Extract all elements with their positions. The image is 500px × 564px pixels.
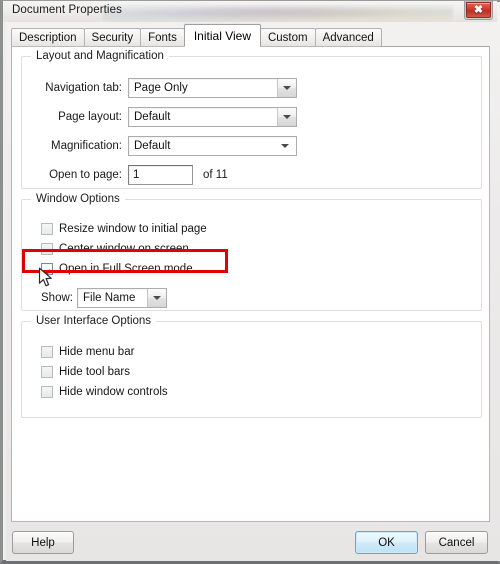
page-count-suffix: of 11 xyxy=(203,169,228,181)
checkbox-hide-menu-bar[interactable] xyxy=(41,346,53,358)
layout-group-title: Layout and Magnification xyxy=(31,50,169,62)
tab-security[interactable]: Security xyxy=(83,28,142,47)
tab-description[interactable]: Description xyxy=(11,28,85,47)
magnification-select[interactable]: Default xyxy=(128,136,297,156)
checkbox-label-hide-tool-bars: Hide tool bars xyxy=(59,366,130,378)
checkbox-row-open-full-screen[interactable]: Open in Full Screen mode xyxy=(41,261,193,277)
open-to-page-label: Open to page: xyxy=(49,169,122,181)
tab-advanced[interactable]: Advanced xyxy=(314,28,382,47)
navigation-tab-value: Page Only xyxy=(134,82,188,94)
title-bar-backdrop-blur xyxy=(103,1,453,22)
page-layout-label: Page layout: xyxy=(58,111,122,123)
checkbox-label-open-full-screen: Open in Full Screen mode xyxy=(59,263,193,275)
checkbox-row-resize-window[interactable]: Resize window to initial page xyxy=(41,221,207,237)
checkbox-row-hide-window-controls[interactable]: Hide window controls xyxy=(41,384,168,400)
page-layout-select[interactable]: Default xyxy=(128,107,297,127)
user-interface-options-group: User Interface Options Hide menu bar Hid… xyxy=(21,315,482,418)
open-to-page-value: 1 xyxy=(133,169,140,181)
title-bar: Document Properties xyxy=(3,1,497,22)
checkbox-label-resize-window: Resize window to initial page xyxy=(59,223,207,235)
checkbox-resize-window[interactable] xyxy=(41,223,53,235)
open-to-page-input[interactable]: 1 xyxy=(128,165,193,185)
ui-group-title: User Interface Options xyxy=(31,315,157,327)
help-button[interactable]: Help xyxy=(12,531,74,554)
checkbox-hide-tool-bars[interactable] xyxy=(41,366,53,378)
navigation-tab-select[interactable]: Page Only xyxy=(128,78,297,98)
window-title: Document Properties xyxy=(12,4,122,16)
chevron-down-icon xyxy=(283,115,291,119)
checkbox-open-full-screen[interactable] xyxy=(41,263,53,275)
checkbox-row-hide-tool-bars[interactable]: Hide tool bars xyxy=(41,364,130,380)
navigation-tab-label: Navigation tab: xyxy=(45,82,122,94)
magnification-dropdown-button[interactable] xyxy=(274,137,296,155)
checkbox-center-window[interactable] xyxy=(41,243,53,255)
checkbox-row-center-window[interactable]: Center window on screen xyxy=(41,241,189,257)
cancel-button[interactable]: Cancel xyxy=(425,531,488,554)
checkbox-label-hide-menu-bar: Hide menu bar xyxy=(59,346,135,358)
navigation-tab-dropdown-button[interactable] xyxy=(277,79,296,97)
show-dropdown-button[interactable] xyxy=(147,289,166,307)
layout-and-magnification-group: Layout and Magnification Navigation tab:… xyxy=(21,50,482,189)
chevron-down-icon xyxy=(153,296,161,300)
close-button[interactable]: ✖ xyxy=(464,1,493,20)
show-select[interactable]: File Name xyxy=(77,288,167,308)
page-layout-dropdown-button[interactable] xyxy=(277,108,296,126)
window-options-group: Window Options Resize window to initial … xyxy=(21,193,482,311)
tab-panel-initial-view: Layout and Magnification Navigation tab:… xyxy=(11,46,490,522)
tab-initial-view[interactable]: Initial View xyxy=(183,24,261,47)
tab-strip: Description Security Fonts Initial View … xyxy=(11,24,382,47)
checkbox-label-hide-window-controls: Hide window controls xyxy=(59,386,168,398)
close-button-face: ✖ xyxy=(466,2,491,18)
magnification-value: Default xyxy=(134,140,171,152)
chevron-down-icon xyxy=(281,144,289,148)
chevron-down-icon xyxy=(283,86,291,90)
window-group-title: Window Options xyxy=(31,193,125,205)
magnification-label: Magnification: xyxy=(51,140,122,152)
page-layout-value: Default xyxy=(134,111,171,123)
checkbox-label-center-window: Center window on screen xyxy=(59,243,189,255)
screenshot-root: Document Properties ✖ Description Securi… xyxy=(0,0,500,564)
checkbox-hide-window-controls[interactable] xyxy=(41,386,53,398)
tab-custom[interactable]: Custom xyxy=(259,28,316,47)
show-label: Show: xyxy=(41,292,73,304)
dialog-footer: Help OK Cancel xyxy=(3,526,497,560)
ok-button[interactable]: OK xyxy=(355,531,418,554)
show-value: File Name xyxy=(83,292,136,304)
close-icon: ✖ xyxy=(473,3,484,16)
checkbox-row-hide-menu-bar[interactable]: Hide menu bar xyxy=(41,344,134,360)
tab-fonts[interactable]: Fonts xyxy=(140,28,185,47)
